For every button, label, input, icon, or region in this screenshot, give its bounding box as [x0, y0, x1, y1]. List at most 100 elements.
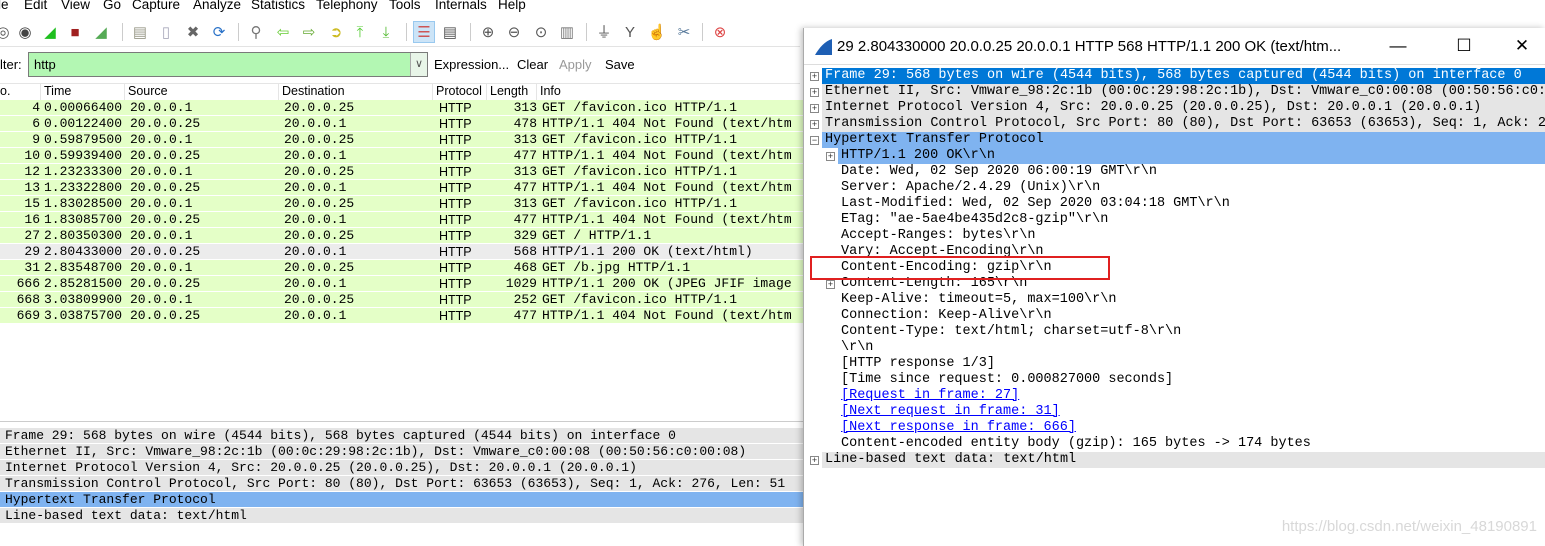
filter-dropdown-button[interactable]: ∨: [410, 53, 427, 76]
tree-item[interactable]: Server: Apache/2.4.29 (Unix)\r\n: [804, 180, 1545, 196]
tree-item[interactable]: + Internet Protocol Version 4, Src: 20.0.…: [804, 100, 1545, 116]
preferences-icon[interactable]: ✂: [673, 21, 695, 43]
menu-le[interactable]: le: [0, 0, 9, 12]
column-source[interactable]: Source: [125, 84, 279, 100]
tree-item[interactable]: Connection: Keep-Alive\r\n: [804, 308, 1545, 324]
close-button[interactable]: ✕: [1500, 33, 1544, 59]
expand-icon[interactable]: +: [810, 456, 819, 465]
display-filters-icon[interactable]: Y: [619, 21, 641, 43]
tree-item[interactable]: Keep-Alive: timeout=5, max=100\r\n: [804, 292, 1545, 308]
tree-item[interactable]: + Line-based text data: text/html: [804, 452, 1545, 468]
detail-row[interactable]: Ethernet II, Src: Vmware_98:2c:1b (00:0c…: [0, 444, 803, 460]
packet-row[interactable]: 29 2.80433000 20.0.0.25 20.0.0.1 HTTP 568 HTTP…: [0, 244, 803, 260]
auto-scroll-icon[interactable]: ▤: [439, 21, 461, 43]
packet-row[interactable]: 4 0.00066400 20.0.0.1 20.0.0.25 HTTP 313 GET /…: [0, 100, 803, 116]
frame-link[interactable]: [Next response in frame: 666]: [838, 420, 1545, 436]
tree-item[interactable]: [Next request in frame: 31]: [804, 404, 1545, 420]
restart-capture-icon[interactable]: ◢: [90, 21, 112, 43]
expand-icon[interactable]: +: [826, 152, 835, 161]
normal-size-icon[interactable]: ⊙: [530, 21, 552, 43]
tree-item[interactable]: \r\n: [804, 340, 1545, 356]
close-file-icon[interactable]: ✖: [182, 21, 204, 43]
packet-row[interactable]: 9 0.59879500 20.0.0.1 20.0.0.25 HTTP 313 GET /…: [0, 132, 803, 148]
packet-row[interactable]: 16 1.83085700 20.0.0.25 20.0.0.1 HTTP 477 HTTP…: [0, 212, 803, 228]
packet-row[interactable]: 13 1.23322800 20.0.0.25 20.0.0.1 HTTP 477 HTTP…: [0, 180, 803, 196]
go-back-icon[interactable]: ⇦: [272, 21, 294, 43]
expand-icon[interactable]: +: [810, 104, 819, 113]
menu-help[interactable]: Help: [498, 0, 526, 12]
start-capture-icon[interactable]: ◢: [39, 21, 61, 43]
minimize-button[interactable]: —: [1376, 33, 1420, 59]
tree-item[interactable]: − Hypertext Transfer Protocol: [804, 132, 1545, 148]
tree-item[interactable]: Last-Modified: Wed, 02 Sep 2020 03:04:18…: [804, 196, 1545, 212]
expand-icon[interactable]: +: [826, 280, 835, 289]
column-length[interactable]: Length: [487, 84, 537, 100]
detail-row[interactable]: Internet Protocol Version 4, Src: 20.0.0…: [0, 460, 803, 476]
expand-icon[interactable]: +: [810, 120, 819, 129]
detail-row[interactable]: Transmission Control Protocol, Src Port:…: [0, 476, 803, 492]
reload-icon[interactable]: ⟳: [208, 21, 230, 43]
go-to-packet-icon[interactable]: ➲: [325, 21, 347, 43]
column-info[interactable]: Info: [537, 84, 803, 100]
tree-item[interactable]: Accept-Ranges: bytes\r\n: [804, 228, 1545, 244]
menu-telephony[interactable]: Telephony: [316, 0, 378, 12]
capture-options-icon[interactable]: ◉: [14, 21, 36, 43]
packet-row[interactable]: 12 1.23233300 20.0.0.1 20.0.0.25 HTTP 313 GET …: [0, 164, 803, 180]
detail-row[interactable]: Hypertext Transfer Protocol: [0, 492, 803, 508]
packet-row[interactable]: 31 2.83548700 20.0.0.1 20.0.0.25 HTTP 468 GET …: [0, 260, 803, 276]
capture-filters-icon[interactable]: ⏚: [593, 21, 615, 43]
display-filter-input[interactable]: [28, 52, 428, 77]
tree-item[interactable]: + Transmission Control Protocol, Src Port…: [804, 116, 1545, 132]
expand-icon[interactable]: +: [810, 88, 819, 97]
colorize-icon[interactable]: ☰: [413, 21, 435, 43]
packet-row[interactable]: 10 0.59939400 20.0.0.25 20.0.0.1 HTTP 477 HTTP…: [0, 148, 803, 164]
help-icon[interactable]: ⊗: [709, 21, 731, 43]
go-last-icon[interactable]: ⤓: [375, 21, 397, 43]
coloring-rules-icon[interactable]: ☝: [646, 21, 668, 43]
column-destination[interactable]: Destination: [279, 84, 433, 100]
resize-columns-icon[interactable]: ▥: [556, 21, 578, 43]
tree-item[interactable]: [HTTP response 1/3]: [804, 356, 1545, 372]
packet-row[interactable]: 666 2.85281500 20.0.0.25 20.0.0.1 HTTP 1029 HT…: [0, 276, 803, 292]
apply-button[interactable]: Apply: [559, 57, 592, 72]
go-forward-icon[interactable]: ⇨: [298, 21, 320, 43]
packet-row[interactable]: 669 3.03875700 20.0.0.25 20.0.0.1 HTTP 477 HTT…: [0, 308, 803, 324]
packet-row[interactable]: 6 0.00122400 20.0.0.25 20.0.0.1 HTTP 478 HTTP/…: [0, 116, 803, 132]
maximize-button[interactable]: ☐: [1442, 33, 1486, 59]
tree-item[interactable]: [Request in frame: 27]: [804, 388, 1545, 404]
go-first-icon[interactable]: ⤒: [349, 21, 371, 43]
tree-item[interactable]: Content-encoded entity body (gzip): 165 …: [804, 436, 1545, 452]
menu-edit[interactable]: Edit: [24, 0, 47, 12]
find-packet-icon[interactable]: ⚲: [245, 21, 267, 43]
tree-item[interactable]: ETag: "ae-5ae4be435d2c8-gzip"\r\n: [804, 212, 1545, 228]
packet-row[interactable]: 27 2.80350300 20.0.0.1 20.0.0.25 HTTP 329 GET …: [0, 228, 803, 244]
zoom-out-icon[interactable]: ⊖: [503, 21, 525, 43]
expression-button[interactable]: Expression...: [434, 57, 509, 72]
interface-list-icon[interactable]: ◎: [0, 21, 14, 43]
save-file-icon[interactable]: ▯: [155, 21, 177, 43]
detail-row[interactable]: Line-based text data: text/html: [0, 508, 803, 524]
packet-row[interactable]: 668 3.03809900 20.0.0.1 20.0.0.25 HTTP 252 GET…: [0, 292, 803, 308]
menu-capture[interactable]: Capture: [132, 0, 180, 12]
column-protocol[interactable]: Protocol: [433, 84, 487, 100]
packet-row[interactable]: 15 1.83028500 20.0.0.1 20.0.0.25 HTTP 313 GET …: [0, 196, 803, 212]
save-filter-button[interactable]: Save: [605, 57, 635, 72]
menu-internals[interactable]: Internals: [435, 0, 487, 12]
frame-link[interactable]: [Request in frame: 27]: [838, 388, 1545, 404]
detail-row[interactable]: Frame 29: 568 bytes on wire (4544 bits),…: [0, 428, 803, 444]
menu-analyze[interactable]: Analyze: [193, 0, 241, 12]
collapse-icon[interactable]: −: [810, 136, 819, 145]
menu-view[interactable]: View: [61, 0, 90, 12]
tree-item[interactable]: [Next response in frame: 666]: [804, 420, 1545, 436]
column-no[interactable]: o.: [0, 84, 41, 100]
tree-item[interactable]: + Frame 29: 568 bytes on wire (4544 bits)…: [804, 68, 1545, 84]
menu-go[interactable]: Go: [103, 0, 121, 12]
pane-splitter[interactable]: [0, 421, 803, 427]
expand-icon[interactable]: +: [810, 72, 819, 81]
tree-item[interactable]: + Ethernet II, Src: Vmware_98:2c:1b (00:0…: [804, 84, 1545, 100]
tree-item[interactable]: + HTTP/1.1 200 OK\r\n: [804, 148, 1545, 164]
open-file-icon[interactable]: ▤: [129, 21, 151, 43]
clear-button[interactable]: Clear: [517, 57, 548, 72]
tree-item[interactable]: Date: Wed, 02 Sep 2020 06:00:19 GMT\r\n: [804, 164, 1545, 180]
frame-link[interactable]: [Next request in frame: 31]: [838, 404, 1545, 420]
